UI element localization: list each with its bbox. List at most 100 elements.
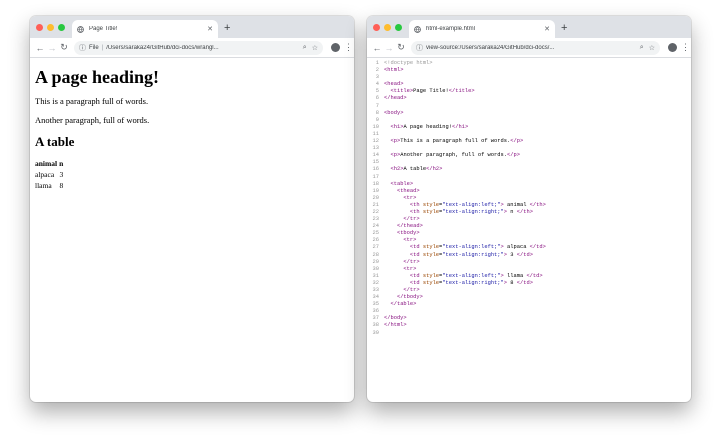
line-code: <title>Page Title!</title> bbox=[390, 88, 475, 95]
reload-icon[interactable]: ↻ bbox=[395, 42, 407, 53]
line-code: <tr> bbox=[403, 265, 417, 272]
reload-icon[interactable]: ↻ bbox=[58, 42, 70, 53]
tab-page-title[interactable]: Page Title! ✕ bbox=[72, 20, 218, 38]
line-number: 20 bbox=[372, 194, 379, 201]
line-number: 6 bbox=[375, 95, 379, 102]
line-number: 16 bbox=[372, 166, 379, 173]
source-line: 4 <head> bbox=[367, 81, 691, 88]
info-icon[interactable]: ⓘ bbox=[79, 43, 86, 53]
menu-icon[interactable]: ⋮ bbox=[681, 42, 690, 53]
source-code-view: 1 <!doctype html> 2 <html> 3 4 <head> 5 <title>… bbox=[367, 58, 691, 337]
page-heading: A page heading! bbox=[35, 67, 160, 87]
source-line: 27 <td style="text-align:left;"> alpaca … bbox=[367, 244, 691, 251]
new-tab-button[interactable]: + bbox=[561, 21, 567, 35]
line-code: <tbody> bbox=[396, 230, 420, 237]
line-number: 31 bbox=[372, 272, 379, 279]
close-tab-icon[interactable]: ✕ bbox=[544, 25, 550, 33]
back-icon[interactable]: ← bbox=[34, 43, 46, 53]
source-line: 5 <title>Page Title!</title> bbox=[367, 88, 691, 95]
line-code: <body> bbox=[384, 109, 404, 116]
line-number: 38 bbox=[372, 322, 379, 329]
menu-icon[interactable]: ⋮ bbox=[344, 42, 353, 53]
line-number: 39 bbox=[372, 329, 379, 336]
address-bar[interactable]: ⓘ view-source:/Users/saraka24/GitHub/dci… bbox=[411, 40, 660, 55]
source-line: 3 bbox=[367, 74, 691, 81]
tab-strip: html-example.html ✕ + bbox=[367, 16, 691, 38]
line-code: <html> bbox=[384, 67, 404, 74]
source-line: 31 <td style="text-align:left;"> llama <… bbox=[367, 273, 691, 280]
url-text: view-source:/Users/saraka24/GitHub/dci-d… bbox=[426, 44, 555, 51]
zoom-icon[interactable]: ⌕ bbox=[640, 44, 644, 52]
line-code: <td style="text-align:left;"> llama </td… bbox=[409, 272, 543, 279]
data-table: animal n alpaca 3 llama 8 bbox=[35, 158, 65, 191]
source-line: 38 </html> bbox=[367, 322, 691, 329]
back-icon[interactable]: ← bbox=[371, 43, 383, 53]
line-number: 34 bbox=[372, 294, 379, 301]
minimize-window-button[interactable] bbox=[384, 24, 391, 31]
line-number: 25 bbox=[372, 230, 379, 237]
source-line: 9 bbox=[367, 117, 691, 124]
line-code: </head> bbox=[384, 95, 407, 102]
minimize-window-button[interactable] bbox=[47, 24, 54, 31]
line-code: </tr> bbox=[403, 258, 420, 265]
source-line: 32 <td style="text-align:right;"> 8 </td… bbox=[367, 280, 691, 287]
close-window-button[interactable] bbox=[373, 24, 380, 31]
line-number: 37 bbox=[372, 315, 379, 322]
source-line: 34 </tbody> bbox=[367, 294, 691, 301]
source-line: 1 <!doctype html> bbox=[367, 60, 691, 67]
zoom-window-button[interactable] bbox=[58, 24, 65, 31]
star-icon[interactable]: ☆ bbox=[312, 44, 318, 52]
source-line: 30 <tr> bbox=[367, 266, 691, 273]
cell-animal: llama bbox=[35, 181, 52, 190]
line-code: <!doctype html> bbox=[384, 60, 433, 66]
source-line: 25 <tbody> bbox=[367, 230, 691, 237]
browser-window-view-source: html-example.html ✕ + ← → ↻ ⓘ view-sourc… bbox=[367, 16, 691, 402]
source-line: 26 <tr> bbox=[367, 237, 691, 244]
column-header-n: n bbox=[59, 159, 64, 168]
source-line: 39 bbox=[367, 330, 691, 337]
line-number: 23 bbox=[372, 216, 379, 223]
source-line: 35 </table> bbox=[367, 301, 691, 308]
close-window-button[interactable] bbox=[36, 24, 43, 31]
info-icon[interactable]: ⓘ bbox=[416, 43, 423, 53]
source-line: 24 </thead> bbox=[367, 223, 691, 230]
paragraph-2: Another paragraph, full of words. bbox=[35, 115, 150, 125]
close-tab-icon[interactable]: ✕ bbox=[207, 25, 213, 33]
line-number: 3 bbox=[375, 74, 379, 81]
line-code: </tr> bbox=[403, 216, 420, 223]
account-icon[interactable] bbox=[668, 43, 677, 52]
line-number: 15 bbox=[372, 159, 379, 166]
zoom-window-button[interactable] bbox=[395, 24, 402, 31]
line-number: 5 bbox=[375, 88, 379, 95]
new-tab-button[interactable]: + bbox=[224, 21, 230, 35]
zoom-icon[interactable]: ⌕ bbox=[303, 44, 307, 52]
paragraph-1: This is a paragraph full of words. bbox=[35, 96, 149, 106]
source-line: 28 <td style="text-align:right;"> 3 </td… bbox=[367, 252, 691, 259]
cell-animal: alpaca bbox=[35, 170, 55, 179]
source-line: 10 <h1>A page heading!</h1> bbox=[367, 124, 691, 131]
source-line: 11 bbox=[367, 131, 691, 138]
line-code: <h2>A table</h2> bbox=[390, 166, 443, 173]
line-code: <table> bbox=[390, 180, 414, 187]
line-number: 19 bbox=[372, 187, 379, 194]
tab-title: html-example.html bbox=[426, 26, 476, 32]
line-code: <p>This is a paragraph full of words.</p… bbox=[390, 138, 524, 145]
account-icon[interactable] bbox=[331, 43, 340, 52]
line-number: 33 bbox=[372, 287, 379, 293]
source-line: 21 <th style="text-align:left;"> animal … bbox=[367, 202, 691, 209]
line-number: 13 bbox=[372, 145, 379, 152]
line-number: 22 bbox=[372, 208, 379, 215]
address-bar[interactable]: ⓘ File | /Users/saraka24/GitHub/dci-docs… bbox=[74, 40, 323, 55]
table-row: alpaca 3 bbox=[35, 169, 65, 180]
line-number: 29 bbox=[372, 258, 379, 265]
forward-icon[interactable]: → bbox=[383, 43, 395, 53]
star-icon[interactable]: ☆ bbox=[649, 44, 655, 52]
cell-n: 3 bbox=[59, 170, 64, 179]
forward-icon[interactable]: → bbox=[46, 43, 58, 53]
source-line: 37 </body> bbox=[367, 315, 691, 322]
tab-html-example[interactable]: html-example.html ✕ bbox=[409, 20, 555, 38]
line-number: 36 bbox=[372, 308, 379, 315]
globe-icon bbox=[414, 25, 421, 33]
line-number: 14 bbox=[372, 152, 379, 159]
line-number: 35 bbox=[372, 301, 379, 308]
